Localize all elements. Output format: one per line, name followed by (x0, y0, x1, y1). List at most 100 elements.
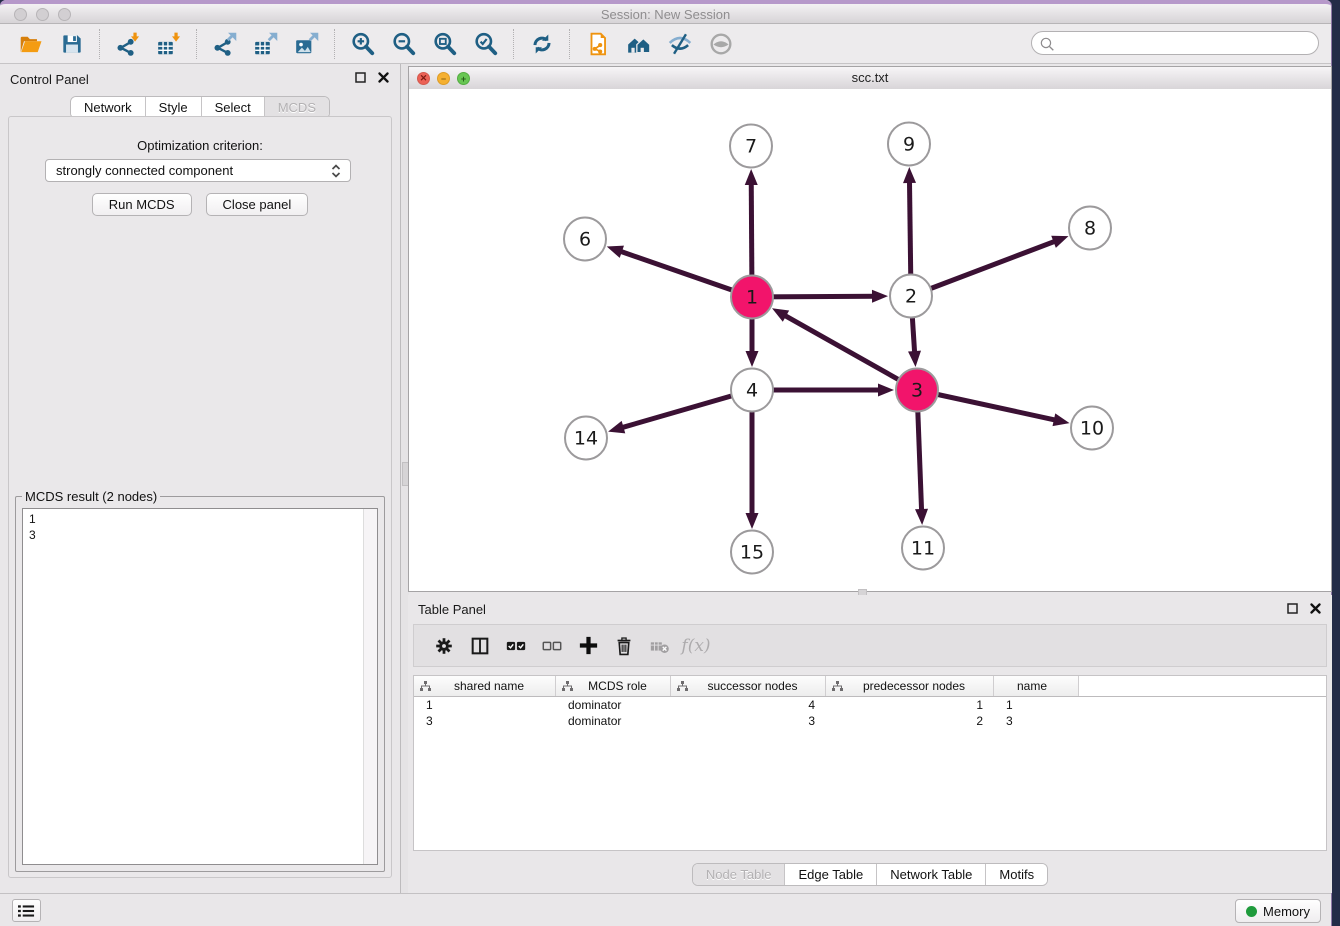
node-label-14: 14 (574, 428, 598, 450)
optimization-criterion-label: Optimization criterion: (9, 138, 391, 153)
ndex-browser-icon[interactable] (622, 27, 655, 60)
mcds-result-textarea[interactable]: 13 (22, 508, 378, 865)
column-type-icon (562, 681, 573, 692)
import-network-icon[interactable] (111, 27, 144, 60)
export-network-icon[interactable] (208, 27, 241, 60)
close-panel-icon[interactable] (377, 71, 390, 84)
deselect-all-checkboxes-icon[interactable] (537, 631, 567, 661)
show-panels-icon[interactable] (704, 27, 737, 60)
select-stepper-icon (328, 163, 344, 182)
edge-arrowhead-2-8 (1051, 236, 1068, 248)
app-titlebar: Session: New Session (0, 0, 1331, 24)
run-mcds-button[interactable]: Run MCDS (92, 193, 192, 216)
toolbar-divider (569, 29, 570, 59)
function-builder-icon: f(x) (681, 631, 711, 661)
cell-successor-nodes[interactable]: 4 (671, 698, 826, 712)
open-session-icon[interactable] (14, 27, 47, 60)
tab-style[interactable]: Style (146, 97, 202, 118)
node-label-6: 6 (579, 229, 591, 251)
tab-network-table[interactable]: Network Table (877, 864, 986, 885)
close-table-panel-icon[interactable] (1309, 602, 1322, 615)
control-panel-title: Control Panel (10, 72, 89, 87)
hide-panels-icon[interactable] (663, 27, 696, 60)
cell-mcds-role[interactable]: dominator (556, 714, 671, 728)
global-search[interactable] (1031, 31, 1319, 55)
optimization-select-value: strongly connected component (56, 163, 233, 178)
table-header-row: shared nameMCDS rolesuccessor nodesprede… (414, 676, 1326, 697)
tab-mcds[interactable]: MCDS (265, 97, 329, 118)
status-bar: Memory (0, 893, 1331, 926)
float-table-panel-icon[interactable] (1286, 602, 1299, 615)
zoom-in-icon[interactable] (346, 27, 379, 60)
refresh-layout-icon[interactable] (525, 27, 558, 60)
settings-gear-icon[interactable] (429, 631, 459, 661)
toolbar-divider (99, 29, 100, 59)
tab-network[interactable]: Network (71, 97, 146, 118)
zoom-fit-icon[interactable] (428, 27, 461, 60)
node-label-3: 3 (911, 380, 923, 402)
mcds-result-line: 1 (29, 511, 357, 527)
memory-status-icon (1246, 906, 1257, 917)
close-panel-button[interactable]: Close panel (206, 193, 309, 216)
node-table[interactable]: shared nameMCDS rolesuccessor nodesprede… (413, 675, 1327, 851)
edge-arrowhead-1-7 (745, 169, 758, 185)
column-type-icon (832, 681, 843, 692)
search-icon (1039, 36, 1056, 53)
edge-arrowhead-1-2 (872, 290, 888, 303)
tab-node-table[interactable]: Node Table (693, 864, 786, 885)
edge-arrowhead-2-3 (908, 351, 921, 367)
edge-arrowhead-4-15 (746, 513, 759, 529)
delete-columns-icon[interactable] (609, 631, 639, 661)
node-label-15: 15 (740, 542, 764, 564)
select-all-checkboxes-icon[interactable] (501, 631, 531, 661)
tab-edge-table[interactable]: Edge Table (785, 864, 877, 885)
export-table-icon[interactable] (249, 27, 282, 60)
save-session-icon[interactable] (55, 27, 88, 60)
edge-2-8[interactable] (911, 240, 1058, 296)
cell-name[interactable]: 1 (994, 698, 1079, 712)
tab-motifs[interactable]: Motifs (986, 864, 1047, 885)
memory-button[interactable]: Memory (1235, 899, 1321, 923)
table-toolbar: f(x) (413, 624, 1327, 667)
column-header-name[interactable]: name (994, 676, 1079, 696)
table-panel-title: Table Panel (418, 602, 486, 617)
app-title: Session: New Session (0, 7, 1331, 22)
cell-mcds-role[interactable]: dominator (556, 698, 671, 712)
column-header-successor-nodes[interactable]: successor nodes (671, 676, 826, 696)
edge-3-1[interactable] (782, 314, 917, 390)
result-scrollbar[interactable] (363, 509, 377, 864)
table-row[interactable]: 3dominator323 (414, 713, 1326, 729)
edge-arrowhead-1-6 (607, 246, 624, 258)
column-header-mcds-role[interactable]: MCDS role (556, 676, 671, 696)
task-history-button[interactable] (12, 899, 41, 922)
column-type-icon (677, 681, 688, 692)
node-label-4: 4 (746, 380, 758, 402)
node-label-2: 2 (905, 286, 917, 308)
toggle-column-panel-icon[interactable] (465, 631, 495, 661)
edge-arrowhead-3-11 (915, 509, 928, 525)
cell-shared-name[interactable]: 3 (414, 714, 556, 728)
zoom-selected-icon[interactable] (469, 27, 502, 60)
optimization-select[interactable]: strongly connected component (45, 159, 351, 182)
table-row[interactable]: 1dominator411 (414, 697, 1326, 713)
tab-select[interactable]: Select (202, 97, 265, 118)
cell-name[interactable]: 3 (994, 714, 1079, 728)
mcds-result-title: MCDS result (2 nodes) (22, 489, 160, 504)
cell-predecessor-nodes[interactable]: 2 (826, 714, 994, 728)
node-label-9: 9 (903, 134, 915, 156)
create-column-icon[interactable] (573, 631, 603, 661)
node-label-11: 11 (911, 538, 935, 560)
zoom-out-icon[interactable] (387, 27, 420, 60)
clone-network-icon[interactable] (581, 27, 614, 60)
global-search-input[interactable] (1058, 33, 1312, 55)
cell-successor-nodes[interactable]: 3 (671, 714, 826, 728)
import-table-icon[interactable] (152, 27, 185, 60)
export-image-icon[interactable] (290, 27, 323, 60)
edge-arrowhead-4-14 (608, 421, 625, 433)
column-header-shared-name[interactable]: shared name (414, 676, 556, 696)
network-graph-canvas[interactable]: 7968124314101511 (409, 89, 1331, 591)
column-header-predecessor-nodes[interactable]: predecessor nodes (826, 676, 994, 696)
cell-predecessor-nodes[interactable]: 1 (826, 698, 994, 712)
cell-shared-name[interactable]: 1 (414, 698, 556, 712)
float-panel-icon[interactable] (354, 71, 367, 84)
